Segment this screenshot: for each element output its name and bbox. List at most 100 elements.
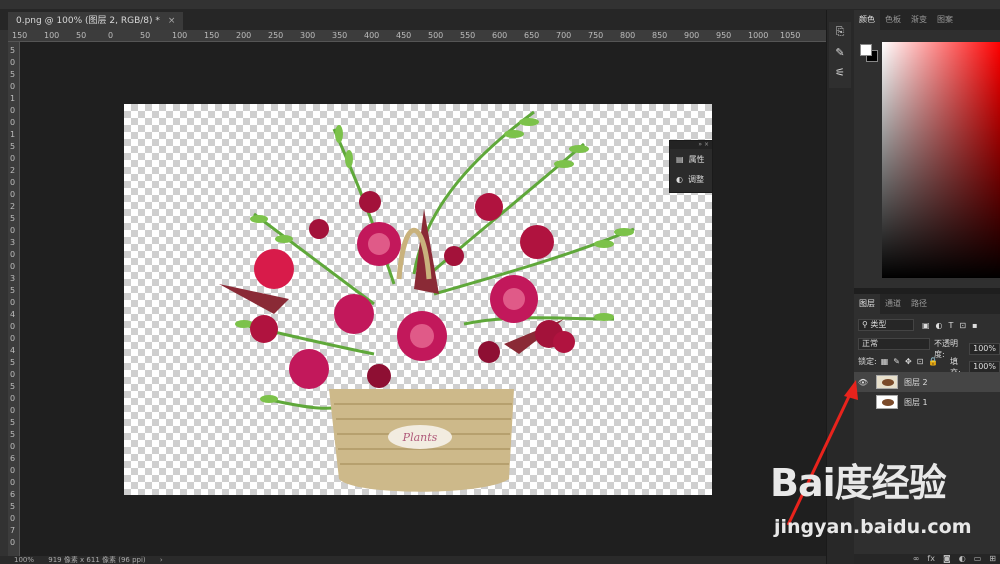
ruler-tick-label: 900: [684, 31, 700, 40]
tab-color[interactable]: 颜色: [854, 10, 880, 30]
search-icon: ⚲: [862, 320, 868, 329]
layer-filter-row: ⚲ 类型 ▣◐T⊡▪: [858, 319, 984, 331]
ruler-tick-label: 5: [10, 286, 16, 295]
layer-name: 图层 1: [904, 397, 928, 407]
layers-footer: ∞ fx ◙ ◐ ▭ ⊞: [854, 554, 1000, 564]
ruler-tick-label: 0: [10, 58, 16, 67]
layer-thumbnail: [876, 395, 898, 409]
ruler-tick-label: 400: [364, 31, 380, 40]
left-toolbar-strip: [0, 30, 8, 564]
layer-filter-select[interactable]: ⚲ 类型: [858, 319, 914, 331]
ruler-tick-label: 5: [10, 358, 16, 367]
group-icon[interactable]: ▭: [974, 554, 982, 564]
status-bar: 100% 919 像素 x 611 像素 (96 ppi) ›: [0, 556, 826, 564]
ruler-tick-label: 0: [10, 250, 16, 259]
layer-filter-label: 类型: [870, 320, 887, 329]
close-tab-icon[interactable]: ×: [168, 16, 176, 26]
ruler-tick-label: 1: [10, 130, 16, 139]
ruler-tick-label: 6: [10, 490, 16, 499]
ruler-tick-label: 5: [10, 502, 16, 511]
opacity-input[interactable]: 100%: [969, 343, 1000, 355]
ruler-tick-label: 2: [10, 166, 16, 175]
filter-icons[interactable]: ▣◐T⊡▪: [922, 321, 984, 330]
lock-label: 锁定:: [858, 357, 877, 366]
properties-icon: ▤: [676, 154, 684, 164]
layer-thumbnail: [876, 375, 898, 389]
ruler-tick-label: 0: [10, 538, 16, 547]
flower-basket-image: Plants: [219, 110, 635, 492]
brush-settings-icon[interactable]: ✎: [829, 42, 851, 62]
document-tab-title: 0.png @ 100% (图层 2, RGB/8) *: [16, 16, 160, 26]
ruler-tick-label: 7: [10, 526, 16, 535]
tab-channels[interactable]: 通道: [880, 294, 906, 314]
adjustment-layer-icon[interactable]: ◐: [959, 554, 966, 564]
ruler-tick-label: 4: [10, 310, 16, 319]
lock-row: 锁定: ▦✎✥⊡🔒: [858, 356, 943, 367]
tab-paths[interactable]: 路径: [906, 294, 932, 314]
new-layer-icon[interactable]: ⊞: [989, 554, 996, 564]
ruler-tick-label: 0: [10, 322, 16, 331]
ruler-tick-label: 250: [268, 31, 284, 40]
layer-row-2[interactable]: 👁 图层 2: [854, 372, 1000, 392]
ruler-tick-label: 0: [10, 118, 16, 127]
ruler-tick-label: 1000: [748, 31, 769, 40]
zoom-level[interactable]: 100%: [14, 556, 34, 564]
status-arrow-icon[interactable]: ›: [160, 556, 163, 564]
ruler-tick-label: 3: [10, 274, 16, 283]
lock-icons[interactable]: ▦✎✥⊡🔒: [881, 357, 944, 366]
horizontal-ruler: 150 100 50 0 50 100 150 200 250 300 350 400 450 500 55…: [8, 30, 826, 42]
adjustments-button[interactable]: ◐ 调整: [670, 169, 712, 189]
ruler-tick-label: 0: [108, 31, 114, 40]
ruler-tick-label: 600: [492, 31, 508, 40]
properties-label: 属性: [688, 154, 705, 164]
ruler-tick-label: 800: [620, 31, 636, 40]
ruler-tick-label: 700: [556, 31, 572, 40]
document-canvas[interactable]: Plants: [124, 104, 712, 495]
watermark-url: jingyan.baidu.com: [774, 516, 972, 538]
link-icon[interactable]: ∞: [913, 554, 920, 564]
adjust-sliders-icon[interactable]: ⚟: [829, 62, 851, 82]
ruler-tick-label: 0: [10, 334, 16, 343]
ruler-tick-label: 2: [10, 202, 16, 211]
ruler-tick-label: 0: [10, 262, 16, 271]
blend-row: 正常: [858, 338, 930, 350]
color-spectrum-picker[interactable]: [882, 42, 1000, 278]
ruler-tick-label: 0: [10, 154, 16, 163]
tab-patterns[interactable]: 图案: [932, 10, 958, 30]
vertical-ruler: 5 0 5 0 1 0 0 1 5 0 2 0 0 2 5 0 3 0 0 3 5 0 4 0 0 4 5 0 5 0 0 5 5 0 6 0 0 6 5 0…: [8, 42, 20, 556]
tab-layers[interactable]: 图层: [854, 294, 880, 314]
history-icon[interactable]: ⎘: [829, 22, 851, 42]
ruler-tick-label: 5: [10, 46, 16, 55]
foreground-color-swatch[interactable]: [860, 44, 872, 56]
ruler-tick-label: 500: [428, 31, 444, 40]
ruler-tick-label: 350: [332, 31, 348, 40]
tab-gradients[interactable]: 渐变: [906, 10, 932, 30]
ruler-tick-label: 5: [10, 430, 16, 439]
watermark-logo: Bai度经验: [770, 461, 947, 505]
ruler-tick-label: 150: [204, 31, 220, 40]
document-tab[interactable]: 0.png @ 100% (图层 2, RGB/8) * ×: [8, 12, 184, 30]
mask-icon[interactable]: ◙: [943, 554, 951, 564]
ruler-tick-label: 0: [10, 82, 16, 91]
ruler-tick-label: 950: [716, 31, 732, 40]
layer-row-1[interactable]: 图层 1: [854, 392, 1000, 412]
ruler-tick-label: 0: [10, 514, 16, 523]
ruler-tick-label: 0: [10, 406, 16, 415]
ruler-tick-label: 300: [300, 31, 316, 40]
fx-icon[interactable]: fx: [927, 554, 935, 564]
ruler-tick-label: 0: [10, 298, 16, 307]
adjustments-label: 调整: [687, 174, 704, 184]
ruler-tick-label: 0: [10, 394, 16, 403]
ruler-tick-label: 200: [236, 31, 252, 40]
blend-mode-select[interactable]: 正常: [858, 338, 930, 350]
properties-button[interactable]: ▤ 属性: [670, 149, 712, 169]
ruler-tick-label: 0: [10, 226, 16, 235]
tab-swatches[interactable]: 色板: [880, 10, 906, 30]
ruler-tick-label: 0: [10, 442, 16, 451]
panel-collapse-icon[interactable]: » ×: [670, 141, 712, 149]
adjustments-icon: ◐: [676, 174, 683, 184]
ruler-tick-label: 100: [172, 31, 188, 40]
ruler-tick-label: 50: [76, 31, 87, 40]
ruler-tick-label: 4: [10, 346, 16, 355]
ruler-tick-label: 0: [10, 106, 16, 115]
